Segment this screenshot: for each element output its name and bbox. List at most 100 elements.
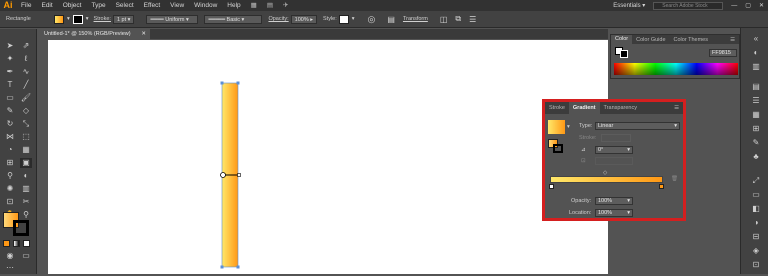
color-panel-menu-icon[interactable]: ☰ — [726, 37, 739, 43]
align-icon[interactable]: ▤ — [387, 15, 395, 24]
stroke-color-box[interactable] — [13, 220, 29, 236]
style-swatch[interactable] — [338, 14, 349, 24]
stroke-weight-field[interactable]: 1 pt ▾ — [112, 14, 135, 24]
color-mode-button[interactable] — [3, 240, 10, 247]
artboard[interactable] — [48, 40, 608, 274]
symbols-icon[interactable]: ♣ — [751, 152, 761, 162]
artboard-tool-icon[interactable]: ⊡ — [4, 197, 16, 207]
menu-type[interactable]: Type — [86, 0, 110, 11]
gradient-stop-left[interactable] — [549, 184, 554, 189]
shaper-tool-icon[interactable]: ✎ — [4, 106, 16, 116]
color-panel-icon[interactable]: ◐ — [751, 48, 761, 58]
artboards-icon[interactable]: ⊡ — [751, 260, 761, 270]
fill-swatch[interactable] — [54, 14, 64, 24]
gradient-tool-icon[interactable]: ▣ — [20, 158, 32, 168]
width-tool-icon[interactable]: ⋈ — [4, 132, 16, 142]
menu-edit[interactable]: Edit — [36, 0, 57, 11]
menu-object[interactable]: Object — [58, 0, 87, 11]
brush-definition[interactable]: ━━━━━ Basic ▾ — [204, 14, 263, 24]
stroke-dropdown-icon[interactable]: ▾ — [86, 16, 89, 22]
shape-builder-tool-icon[interactable]: ◔ — [4, 145, 16, 155]
tab-stroke[interactable]: Stroke — [545, 102, 569, 114]
gradient-stop-right[interactable] — [659, 184, 664, 189]
isolate-icon[interactable]: ◫ — [440, 15, 448, 24]
bridge-icon[interactable]: ▦ — [246, 0, 262, 11]
gradient-panel-menu-icon[interactable]: ☰ — [670, 102, 683, 114]
workspace-switcher[interactable]: Essentials ▾ — [609, 2, 649, 9]
gradient-swatch-dropdown-icon[interactable]: ▾ — [567, 124, 570, 130]
blend-tool-icon[interactable]: ◐ — [20, 171, 32, 181]
color-stroke-small-icon[interactable] — [620, 50, 628, 58]
menu-view[interactable]: View — [165, 0, 189, 11]
layers-panel-icon[interactable]: ◈ — [751, 246, 761, 256]
hex-field[interactable]: FF9815 — [709, 49, 737, 57]
lasso-tool-icon[interactable]: ℓ — [20, 54, 32, 64]
menu-window[interactable]: Window — [189, 0, 222, 11]
selection-tool-icon[interactable]: ➤ — [4, 41, 16, 51]
menu-select[interactable]: Select — [111, 0, 139, 11]
gpu-performance-icon[interactable]: ✈ — [278, 0, 293, 11]
line-tool-icon[interactable]: ╱ — [20, 80, 32, 90]
gradient-type-dropdown[interactable]: Linear ▾ — [595, 122, 680, 130]
tab-gradient[interactable]: Gradient — [568, 102, 600, 114]
pathfinder-icon[interactable]: ◧ — [751, 204, 761, 214]
collapse-dock-icon[interactable]: « — [751, 34, 761, 44]
color-guide-icon[interactable]: ▥ — [751, 62, 761, 72]
transform-button[interactable]: Transform — [403, 16, 428, 22]
delete-stop-icon[interactable]: 🗑 — [671, 176, 678, 182]
location-field[interactable]: 100% ▾ — [595, 209, 633, 217]
screen-mode-icon[interactable]: ▭ — [20, 251, 32, 261]
rotate-tool-icon[interactable]: ↻ — [4, 119, 16, 129]
stroke-swatch[interactable] — [72, 14, 83, 24]
arrange-documents-icon[interactable]: ▤ — [262, 0, 278, 11]
gradient-mode-button[interactable] — [13, 240, 20, 247]
direct-selection-tool-icon[interactable]: ⇗ — [20, 41, 32, 51]
recolor-artwork-icon[interactable]: ◎ — [368, 14, 376, 25]
type-tool-icon[interactable]: T — [4, 80, 16, 90]
pen-tool-icon[interactable]: ✒ — [4, 67, 16, 77]
magic-wand-tool-icon[interactable]: ✦ — [4, 54, 16, 64]
symbol-sprayer-tool-icon[interactable]: ✺ — [4, 184, 16, 194]
stock-search-input[interactable]: Search Adobe Stock — [653, 1, 724, 10]
libraries-icon[interactable]: ▦ — [751, 110, 761, 120]
stroke-label[interactable]: Stroke: — [94, 16, 111, 22]
tab-color[interactable]: Color — [611, 35, 633, 44]
menu-help[interactable]: Help — [222, 0, 245, 11]
transparency-panel-icon[interactable]: ◑ — [751, 218, 761, 228]
color-spectrum[interactable] — [614, 63, 738, 75]
menu-file[interactable]: File — [16, 0, 36, 11]
tab-color-guide[interactable]: Color Guide — [632, 37, 669, 43]
rectangle-tool-icon[interactable]: ▭ — [4, 93, 16, 103]
free-transform-tool-icon[interactable]: ⬚ — [20, 132, 32, 142]
control-panel-menu-icon[interactable]: ☰ — [469, 15, 476, 24]
opacity-label[interactable]: Opacity: — [268, 16, 288, 22]
menu-effect[interactable]: Effect — [139, 0, 166, 11]
none-mode-button[interactable] — [23, 240, 30, 247]
tab-color-themes[interactable]: Color Themes — [670, 37, 712, 43]
gradient-stroke-box[interactable] — [553, 144, 563, 153]
appearance-icon[interactable]: ⊟ — [751, 232, 761, 242]
opacity-field[interactable]: 100% ▾ — [595, 197, 633, 205]
zoom-tool-icon[interactable]: ⚲ — [20, 210, 32, 220]
style-dropdown-icon[interactable]: ▾ — [352, 16, 355, 22]
gradient-slider[interactable] — [550, 176, 663, 183]
swatches-icon[interactable]: ⊞ — [751, 124, 761, 134]
eraser-tool-icon[interactable]: ◇ — [20, 106, 32, 116]
tab-transparency[interactable]: Transparency — [600, 102, 641, 114]
slice-tool-icon[interactable]: ✂ — [20, 197, 32, 207]
properties-icon[interactable]: ▤ — [751, 82, 761, 92]
perspective-grid-tool-icon[interactable]: ▦ — [20, 145, 32, 155]
scale-tool-icon[interactable]: ⤡ — [20, 119, 32, 129]
curvature-tool-icon[interactable]: ∿ — [20, 67, 32, 77]
graphic-styles-icon[interactable]: ⤢ — [751, 176, 761, 186]
opacity-field[interactable]: 100% ▸ — [290, 14, 318, 24]
mesh-tool-icon[interactable]: ⊞ — [4, 158, 16, 168]
close-tab-icon[interactable]: ✕ — [141, 29, 146, 39]
maximize-icon[interactable]: ▢ — [741, 2, 755, 9]
layers-icon[interactable]: ☰ — [751, 96, 761, 106]
gradient-preview-swatch[interactable] — [548, 120, 565, 134]
align-panel-icon[interactable]: ▭ — [751, 190, 761, 200]
drawing-modes-icon[interactable]: ◉ — [4, 251, 16, 261]
paintbrush-tool-icon[interactable]: 🖌 — [20, 93, 32, 103]
edit-toolbar-icon[interactable]: ⋯ — [4, 263, 16, 273]
